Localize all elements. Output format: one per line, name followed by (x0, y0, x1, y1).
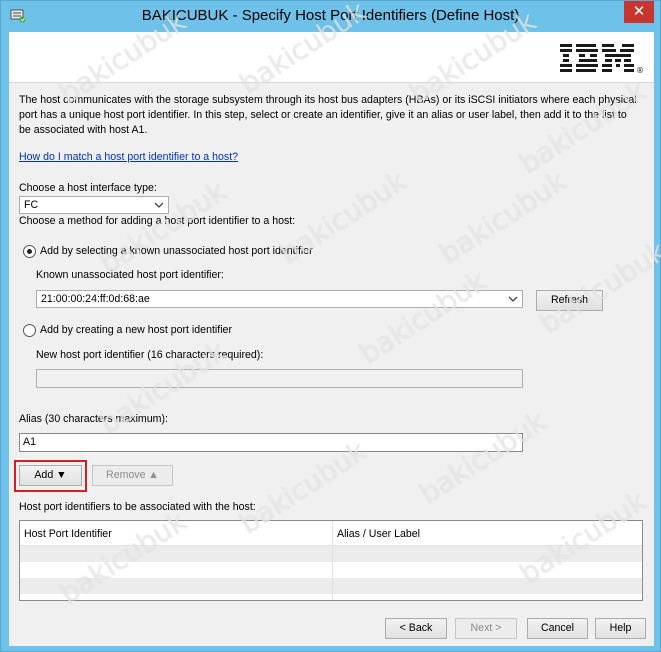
remove-button[interactable]: Remove ▲ (92, 465, 173, 486)
cancel-button[interactable]: Cancel (527, 618, 588, 639)
add-button[interactable]: Add ▼ (19, 465, 82, 486)
interface-type-select[interactable]: FC (19, 196, 169, 214)
help-button[interactable]: Help (595, 618, 646, 639)
column-divider (332, 521, 333, 600)
known-identifier-radio-label[interactable]: Add by selecting a known unassociated ho… (40, 245, 313, 257)
back-button[interactable]: < Back (385, 618, 447, 639)
alias-input[interactable]: A1 (19, 433, 523, 452)
alias-label: Alias (30 characters maximum): (19, 413, 168, 425)
new-identifier-radio-label[interactable]: Add by creating a new host port identifi… (40, 324, 232, 336)
known-identifier-field-label: Known unassociated host port identifier: (36, 269, 224, 281)
ibm-logo: ® (560, 44, 644, 74)
close-button[interactable]: ✕ (624, 1, 654, 23)
window-title: BAKICUBUK - Specify Host Port Identifier… (141, 7, 520, 24)
interface-type-value: FC (24, 199, 39, 211)
table-row (20, 546, 642, 562)
chevron-down-icon (508, 296, 518, 302)
interface-type-label: Choose a host interface type: (19, 182, 157, 194)
registered-mark: ® (636, 66, 644, 74)
title-bar[interactable]: BAKICUBUK - Specify Host Port Identifier… (1, 1, 660, 32)
column-header-host-port-identifier[interactable]: Host Port Identifier (24, 528, 112, 540)
known-identifier-select[interactable]: 21:00:00:24:ff:0d:68:ae (36, 290, 523, 308)
table-header: Host Port Identifier Alias / User Label (20, 521, 642, 546)
next-button[interactable]: Next > (455, 618, 517, 639)
table-row (20, 578, 642, 594)
known-identifier-value: 21:00:00:24:ff:0d:68:ae (41, 293, 150, 305)
new-identifier-field-label: New host port identifier (16 characters … (36, 349, 264, 361)
chevron-down-icon (154, 202, 164, 208)
header-banner: ® (9, 32, 654, 83)
step-description: The host communicates with the storage s… (19, 94, 637, 136)
method-label: Choose a method for adding a host port i… (19, 215, 296, 227)
associated-identifiers-label: Host port identifiers to be associated w… (19, 501, 256, 513)
known-identifier-radio[interactable] (23, 245, 36, 258)
table-row (20, 562, 642, 578)
dialog-window: BAKICUBUK - Specify Host Port Identifier… (0, 0, 661, 652)
associated-identifiers-table[interactable]: Host Port Identifier Alias / User Label (19, 520, 643, 601)
refresh-button[interactable]: Refresh (536, 290, 603, 311)
new-identifier-radio[interactable] (23, 324, 36, 337)
column-header-alias[interactable]: Alias / User Label (337, 528, 420, 540)
help-link[interactable]: How do I match a host port identifier to… (19, 151, 238, 163)
new-identifier-input[interactable] (36, 369, 523, 388)
dialog-client-area: ® The host communicates with the storage… (9, 32, 654, 646)
